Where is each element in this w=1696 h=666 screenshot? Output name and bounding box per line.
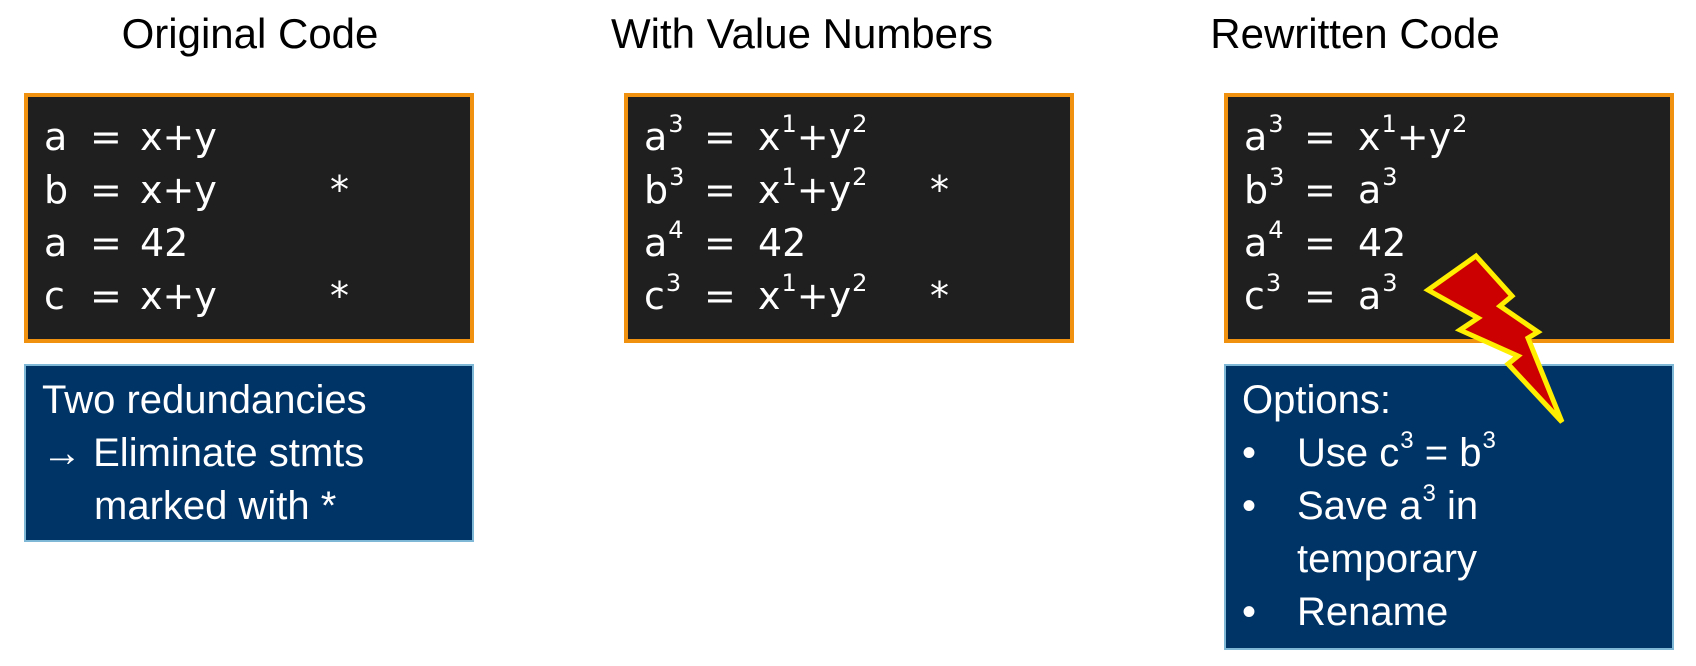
option-text: Rename	[1297, 590, 1449, 634]
code-rhs: 42	[758, 221, 807, 265]
code-equals: =	[1304, 274, 1336, 318]
note-line: Two redundancies	[42, 378, 367, 422]
option-text: Use c3 = b3	[1297, 426, 1496, 475]
code-lhs: a4	[1244, 216, 1284, 265]
bullet-icon: •	[1242, 484, 1257, 528]
value-number: 3	[1268, 110, 1284, 139]
title-rewritten-code: Rewritten Code	[1210, 10, 1500, 57]
option-item-continuation: temporary	[1242, 533, 1672, 586]
code-equals: =	[704, 168, 736, 212]
code-rhs: x1+y2	[758, 163, 868, 212]
code-equals: =	[704, 115, 736, 159]
lightning-bolt-icon	[1423, 252, 1565, 424]
option-text: temporary	[1297, 537, 1478, 581]
redundancy-note-box: Two redundancies → Eliminate stmts marke…	[24, 364, 474, 542]
bullet-icon: •	[1242, 431, 1257, 475]
code-rhs: a3	[1358, 163, 1398, 212]
option-item: • Save a3 in	[1242, 480, 1672, 533]
value-number: 3	[1265, 269, 1282, 298]
rewritten-code-line: a3 = x1+y2	[1244, 111, 1670, 164]
code-equals: =	[1304, 221, 1336, 265]
option-item: • Rename	[1242, 586, 1672, 639]
redundancy-mark: *	[330, 168, 349, 212]
option-text: Save a3 in	[1297, 479, 1479, 528]
code-lhs: a4	[644, 216, 684, 265]
code-lhs: b3	[1244, 163, 1285, 212]
rewritten-code-line: b3 = a3	[1244, 164, 1670, 217]
arrow-right-icon: →	[42, 431, 82, 475]
redundancy-mark: *	[930, 274, 949, 318]
code-lhs: a3	[1244, 110, 1284, 159]
code-lhs: a3	[644, 110, 684, 159]
code-lhs: b3	[644, 163, 685, 212]
code-lhs: c3	[644, 269, 682, 318]
code-rhs: 42	[1358, 221, 1407, 265]
original-code-box: a = x+y b = x+y * a = 42 c = x+y *	[24, 93, 474, 343]
value-number: 4	[1268, 216, 1284, 245]
value-numbered-line: a3 = x1+y2	[644, 111, 1070, 164]
code-equals: =	[90, 274, 122, 318]
value-numbered-line: c3 = x1+y2 *	[644, 270, 1070, 323]
code-equals: =	[704, 221, 736, 265]
title-value-numbers: With Value Numbers	[610, 10, 994, 57]
code-lhs: a	[44, 115, 68, 159]
code-equals: =	[90, 168, 122, 212]
note-line: → Eliminate stmts	[42, 427, 472, 480]
value-number: 3	[665, 269, 682, 298]
title-original-code: Original Code	[121, 10, 379, 57]
code-rhs: 42	[140, 221, 189, 265]
code-equals: =	[90, 115, 122, 159]
code-rhs: x1+y2	[1358, 110, 1468, 159]
redundancy-mark: *	[330, 274, 349, 318]
original-code-line: b = x+y *	[44, 164, 470, 217]
note-text: Eliminate stmts	[93, 431, 365, 475]
code-lhs: b	[44, 168, 69, 212]
redundancy-mark: *	[930, 168, 949, 212]
code-rhs: x1+y2	[758, 110, 868, 159]
value-number: 4	[668, 216, 684, 245]
code-rhs: x+y	[140, 168, 217, 212]
code-lhs: c3	[1244, 269, 1282, 318]
code-rhs: x1+y2	[758, 269, 868, 318]
value-number: 3	[669, 163, 685, 192]
note-line: marked with *	[94, 484, 337, 528]
code-rhs: x+y	[140, 115, 217, 159]
original-code-line: c = x+y *	[44, 270, 470, 323]
value-number: 3	[668, 110, 684, 139]
option-item: • Use c3 = b3	[1242, 427, 1672, 480]
value-numbers-code-box: a3 = x1+y2 b3 = x1+y2 * a4 = 42 c3 = x1+…	[624, 93, 1074, 343]
original-code-line: a = x+y	[44, 111, 470, 164]
bullet-icon: •	[1242, 590, 1257, 634]
code-lhs: a	[44, 221, 68, 265]
code-equals: =	[90, 221, 122, 265]
value-numbered-line: b3 = x1+y2 *	[644, 164, 1070, 217]
code-equals: =	[1304, 115, 1336, 159]
code-equals: =	[1304, 168, 1336, 212]
code-rhs: x+y	[140, 274, 217, 318]
code-equals: =	[704, 274, 736, 318]
original-code-line: a = 42	[44, 217, 470, 270]
value-numbered-line: a4 = 42	[644, 217, 1070, 270]
code-lhs: c	[44, 274, 65, 318]
code-rhs: a3	[1358, 269, 1398, 318]
value-number: 3	[1269, 163, 1285, 192]
